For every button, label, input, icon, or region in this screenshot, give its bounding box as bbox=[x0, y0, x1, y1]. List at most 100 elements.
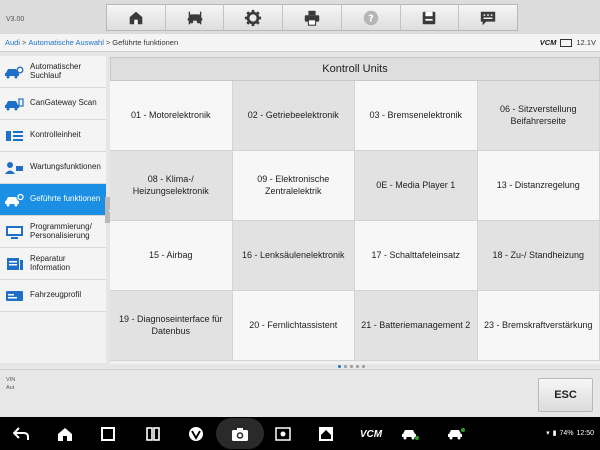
vehicle-profile-icon bbox=[5, 289, 24, 303]
control-unit-tile[interactable]: 0E - Media Player 1 bbox=[355, 151, 478, 221]
vehicle-status: VCM 12.1V bbox=[540, 38, 596, 47]
print-button[interactable] bbox=[283, 5, 342, 30]
programming-icon bbox=[5, 225, 24, 239]
sidebar-item-label: Programmierung/ Personalisierung bbox=[30, 221, 92, 240]
control-unit-tile[interactable]: 20 - Fernlichtassistent bbox=[232, 291, 355, 361]
sidebar-item-guided-functions[interactable]: Geführte funktionen bbox=[0, 184, 106, 216]
control-unit-tile[interactable]: 03 - Bremsenelektronik bbox=[355, 81, 478, 151]
message-button[interactable] bbox=[459, 5, 518, 30]
control-units-grid: 01 - Motorelektronik 02 - Getriebeelektr… bbox=[110, 81, 600, 361]
home-nav-icon[interactable] bbox=[56, 425, 74, 443]
vehicle-info-line: Aut bbox=[6, 385, 15, 392]
top-toolbar: V3.00 ? bbox=[0, 0, 600, 34]
control-unit-tile[interactable]: 06 - Sitzverstellung Beifahrerseite bbox=[477, 81, 600, 151]
settings-button[interactable] bbox=[224, 5, 284, 30]
breadcrumb-item-audi[interactable]: Audi bbox=[5, 38, 20, 47]
breadcrumb-item-current: Geführte funktionen bbox=[112, 38, 179, 47]
page-dot bbox=[356, 365, 359, 368]
page-dot bbox=[344, 365, 347, 368]
wifi-icon: ▾ bbox=[546, 430, 550, 437]
control-unit-icon bbox=[5, 129, 24, 143]
page-dot bbox=[338, 365, 341, 368]
control-unit-tile[interactable]: 01 - Motorelektronik bbox=[110, 81, 233, 151]
sidebar-item-auto-scan[interactable]: Automatischer Suchlauf bbox=[0, 56, 106, 88]
vehicle-lift-button[interactable] bbox=[165, 5, 225, 30]
save-icon bbox=[423, 11, 436, 24]
sidebar-item-repair-info[interactable]: Reparatur Information bbox=[0, 248, 106, 280]
vehicle-connect-icon[interactable] bbox=[401, 425, 419, 443]
vcm-nav-label: VCM bbox=[359, 428, 383, 440]
display-settings-icon[interactable] bbox=[274, 425, 292, 443]
control-unit-tile[interactable]: 09 - Elektronische Zentralelektrik bbox=[232, 151, 355, 221]
page-dot bbox=[350, 365, 353, 368]
control-units-panel: Kontroll Units 01 - Motorelektronik 02 -… bbox=[110, 57, 600, 364]
message-icon bbox=[480, 11, 496, 25]
help-icon: ? bbox=[363, 10, 378, 25]
breadcrumb: Audi > Automatische Auswahl > Geführte f… bbox=[0, 34, 600, 52]
breadcrumb-separator: > bbox=[22, 38, 27, 47]
sidebar-item-label: Kontrolleinheit bbox=[30, 130, 81, 140]
repair-info-icon bbox=[5, 257, 24, 271]
svg-text:?: ? bbox=[368, 13, 374, 24]
camera-icon[interactable] bbox=[231, 425, 249, 443]
sidebar-item-label: Geführte funktionen bbox=[30, 194, 101, 204]
sidebar: Automatischer Suchlauf CanGateway Scan K… bbox=[0, 56, 106, 363]
control-unit-tile[interactable]: 16 - Lenksäulenelektronik bbox=[232, 221, 355, 291]
control-unit-tile[interactable]: 18 - Zu-/ Standheizung bbox=[477, 221, 600, 291]
vehicle-info-bar: VIN Aut ESC bbox=[0, 369, 600, 416]
sidebar-item-label: Fahrzeugprofil bbox=[30, 290, 82, 300]
car-search-icon bbox=[5, 65, 24, 79]
clock-time: 12:50 bbox=[576, 429, 594, 437]
sidebar-item-control-unit[interactable]: Kontrolleinheit bbox=[0, 120, 106, 152]
version-label: V3.00 bbox=[6, 16, 25, 23]
vcm-status-icon: VCM bbox=[540, 38, 557, 47]
battery-icon: ▮ bbox=[552, 430, 557, 437]
control-unit-tile[interactable]: 17 - Schalttafeleinsatz bbox=[355, 221, 478, 291]
control-unit-tile[interactable]: 15 - Airbag bbox=[110, 221, 233, 291]
page-dot bbox=[362, 365, 365, 368]
vcm-nav-icon[interactable]: VCM bbox=[358, 425, 384, 443]
breadcrumb-item-auto-select[interactable]: Automatische Auswahl bbox=[28, 38, 103, 47]
guided-functions-icon bbox=[5, 193, 24, 207]
voltage-value: 12.1V bbox=[576, 38, 596, 47]
sidebar-item-maintenance[interactable]: Wartungsfunktionen bbox=[0, 152, 106, 184]
page-indicator bbox=[338, 365, 365, 368]
gear-icon bbox=[245, 9, 262, 26]
home-button[interactable] bbox=[107, 5, 166, 30]
sidebar-item-cangateway-scan[interactable]: CanGateway Scan bbox=[0, 88, 106, 120]
sidebar-item-label: Automatischer Suchlauf bbox=[30, 61, 82, 80]
sidebar-item-vehicle-profile[interactable]: Fahrzeugprofil bbox=[0, 280, 106, 312]
back-icon[interactable] bbox=[12, 425, 30, 443]
battery-voltage-icon bbox=[560, 38, 573, 47]
vin-label: VIN bbox=[6, 377, 16, 383]
sidebar-item-label: Wartungsfunktionen bbox=[30, 162, 101, 172]
battery-percent: 74% bbox=[559, 429, 574, 437]
control-unit-tile[interactable]: 08 - Klima-/ Heizungselektronik bbox=[110, 151, 233, 221]
recent-apps-icon[interactable] bbox=[99, 425, 117, 443]
sidebar-item-programming[interactable]: Programmierung/ Personalisierung bbox=[0, 216, 106, 248]
control-unit-tile[interactable]: 13 - Distanzregelung bbox=[477, 151, 600, 221]
control-unit-tile[interactable]: 23 - Bremskraftverstärkung bbox=[477, 291, 600, 361]
app-home-icon[interactable] bbox=[317, 425, 335, 443]
control-unit-tile[interactable]: 21 - Batteriemanagement 2 bbox=[355, 291, 478, 361]
help-button[interactable]: ? bbox=[341, 5, 401, 30]
vehicle-info-text: VIN Aut bbox=[6, 376, 15, 393]
system-nav-bar: VCM ▾ ▮ 74% 12:50 bbox=[0, 417, 600, 450]
breadcrumb-separator: > bbox=[105, 38, 111, 47]
browser-icon[interactable] bbox=[187, 425, 205, 443]
save-button[interactable] bbox=[400, 5, 460, 30]
vcm-status-label: VCM bbox=[539, 38, 557, 47]
sidebar-item-label: CanGateway Scan bbox=[30, 98, 97, 108]
esc-button[interactable]: ESC bbox=[538, 378, 593, 412]
maintenance-icon bbox=[5, 161, 24, 175]
panel-title: Kontroll Units bbox=[110, 57, 600, 81]
printer-icon bbox=[304, 10, 320, 26]
car-scan-icon bbox=[5, 97, 24, 111]
control-unit-tile[interactable]: 19 - Diagnoseinterface für Datenbus bbox=[110, 291, 233, 361]
vehicle-lift-nav-icon[interactable] bbox=[447, 425, 465, 443]
system-status: ▾ ▮ 74% 12:50 bbox=[546, 429, 594, 438]
sidebar-item-label: Reparatur Information bbox=[30, 253, 71, 272]
split-screen-icon[interactable] bbox=[144, 425, 162, 443]
control-unit-tile[interactable]: 02 - Getriebeelektronik bbox=[232, 81, 355, 151]
home-icon bbox=[129, 11, 143, 24]
